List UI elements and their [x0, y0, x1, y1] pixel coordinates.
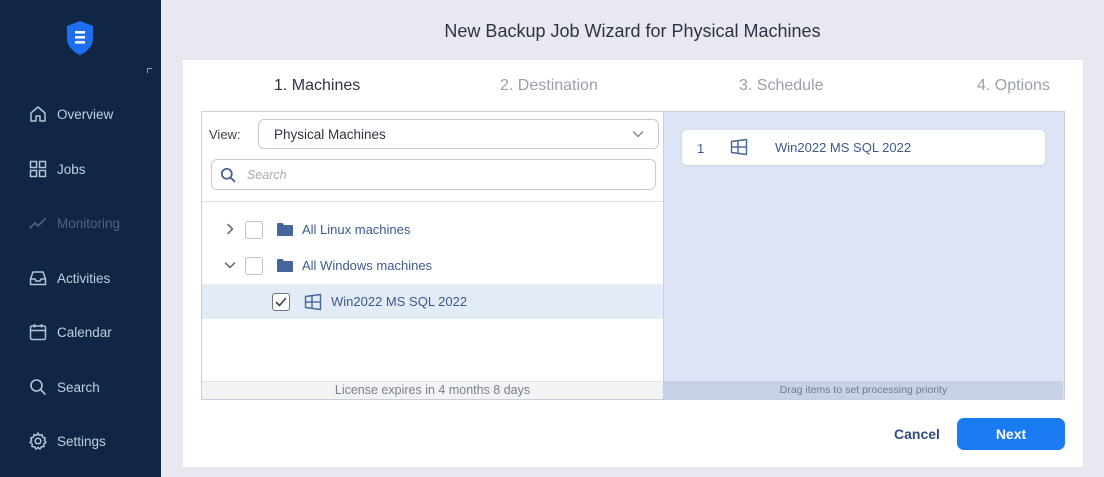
view-label: View:: [209, 127, 241, 142]
step-destination[interactable]: 2. Destination: [500, 77, 598, 95]
nav-monitoring-label: Monitoring: [57, 215, 121, 231]
tree-row-linux[interactable]: All Linux machines: [202, 212, 663, 247]
grid-icon: [29, 160, 47, 178]
step-options[interactable]: 4. Options: [977, 77, 1050, 95]
nav-settings-label: Settings: [57, 433, 106, 449]
checkbox-win2022[interactable]: [272, 293, 290, 311]
chevron-down-icon: [632, 131, 644, 138]
calendar-icon: [29, 324, 47, 341]
windows-icon: [730, 138, 748, 156]
license-status: License expires in 4 months 8 days: [202, 381, 663, 399]
home-icon: [30, 106, 46, 122]
view-dropdown-value: Physical Machines: [274, 127, 386, 142]
selected-item-name: Win2022 MS SQL 2022: [775, 140, 912, 155]
wizard-panel: 1. Machines 2. Destination 3. Schedule 4…: [183, 60, 1083, 467]
nav-jobs-label: Jobs: [57, 161, 86, 177]
search-icon: [220, 167, 236, 183]
chevron-down-icon[interactable]: [224, 259, 236, 271]
step-machines[interactable]: 1. Machines: [274, 77, 360, 95]
nav-calendar-label: Calendar: [57, 324, 112, 340]
selected-items-pane: 1 Win2022 MS SQL 2022 Drag items to set …: [664, 111, 1065, 400]
gear-icon: [29, 432, 47, 450]
checkmark-icon: [275, 297, 287, 307]
drag-hint: Drag items to set processing priority: [664, 381, 1063, 399]
selected-item[interactable]: 1 Win2022 MS SQL 2022: [682, 130, 1045, 165]
folder-icon: [277, 259, 293, 272]
tree-divider: [202, 201, 663, 202]
collapse-sidebar-handle[interactable]: [147, 68, 152, 73]
inbox-icon: [29, 271, 47, 286]
tree-row-windows[interactable]: All Windows machines: [202, 248, 663, 283]
search-input[interactable]: [247, 164, 647, 186]
nav-settings[interactable]: Settings: [28, 429, 106, 453]
nav-overview[interactable]: Overview: [28, 102, 113, 126]
nav-overview-label: Overview: [57, 106, 114, 122]
shield-logo-icon: [67, 21, 93, 55]
tree-row-win2022[interactable]: Win2022 MS SQL 2022: [202, 284, 663, 319]
cancel-button[interactable]: Cancel: [883, 419, 951, 449]
selected-item-number: 1: [697, 141, 705, 156]
nav-activities-label: Activities: [57, 270, 111, 286]
wizard-title: New Backup Job Wizard for Physical Machi…: [444, 21, 821, 41]
windows-icon: [304, 293, 322, 311]
tree-label-windows: All Windows machines: [302, 258, 433, 273]
nav-jobs[interactable]: Jobs: [28, 157, 86, 181]
checkbox-linux[interactable]: [245, 221, 263, 239]
nav-calendar[interactable]: Calendar: [28, 320, 112, 344]
step-schedule[interactable]: 3. Schedule: [739, 77, 824, 95]
folder-icon: [277, 223, 293, 236]
nav-search[interactable]: Search: [28, 375, 100, 399]
nav-search-label: Search: [57, 379, 100, 395]
sidebar: Overview Jobs Monitoring Activities Cale…: [0, 0, 161, 477]
next-button[interactable]: Next: [957, 418, 1065, 450]
search-field: [211, 159, 656, 190]
chart-line-icon: [29, 218, 46, 229]
search-icon: [30, 379, 46, 395]
tree-label-win2022: Win2022 MS SQL 2022: [331, 294, 468, 309]
checkbox-windows[interactable]: [245, 257, 263, 275]
tree-label-linux: All Linux machines: [302, 222, 411, 237]
nav-monitoring: Monitoring: [28, 211, 120, 235]
view-dropdown[interactable]: Physical Machines: [258, 119, 659, 149]
chevron-right-icon[interactable]: [224, 223, 236, 235]
nav-activities[interactable]: Activities: [28, 266, 110, 290]
inventory-pane: View: Physical Machines All Linux machin…: [201, 111, 664, 400]
